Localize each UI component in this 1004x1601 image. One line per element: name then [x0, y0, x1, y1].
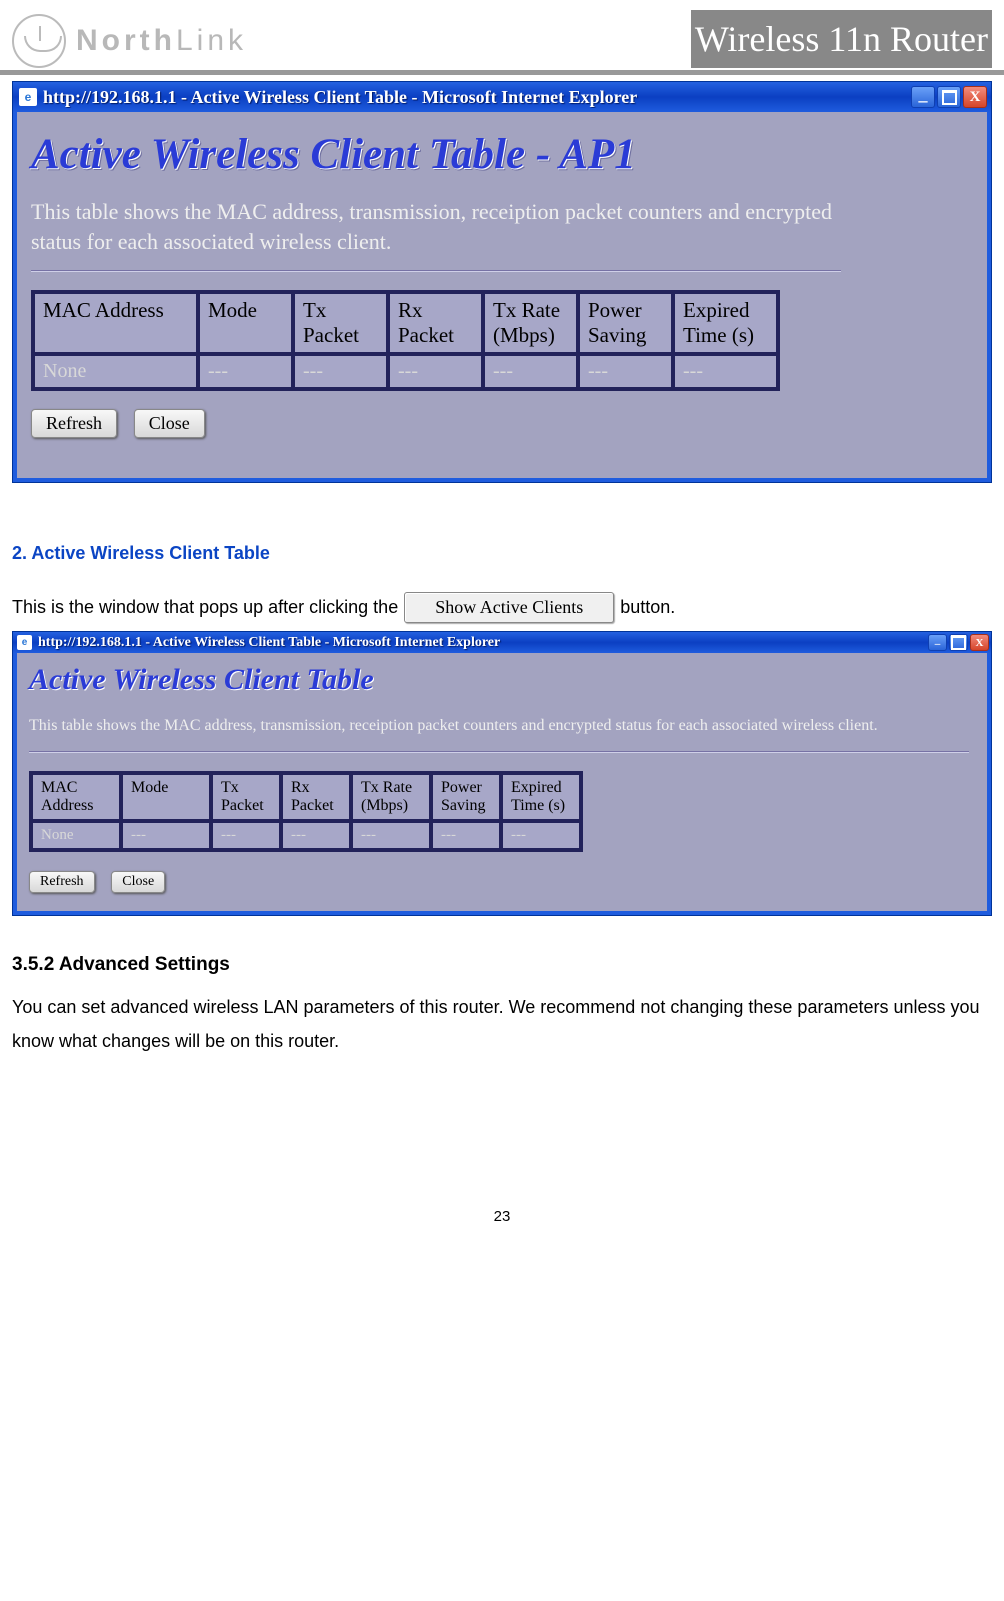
window-title: http://192.168.1.1 - Active Wireless Cli… [43, 87, 905, 108]
maximize-button[interactable] [949, 634, 968, 651]
col-mode: Mode [198, 292, 293, 354]
col-mode: Mode [121, 773, 211, 821]
northlink-logo-icon [12, 14, 66, 68]
show-active-clients-button[interactable]: Show Active Clients [404, 592, 614, 623]
brand-name-part1: North [76, 24, 176, 57]
page-number: 23 [12, 1208, 992, 1243]
close-table-button[interactable]: Close [111, 871, 165, 893]
window-body: Active Wireless Client Table This table … [13, 653, 991, 915]
table-row: None --- --- --- --- --- --- [31, 821, 581, 850]
separator [31, 270, 841, 272]
section-2-text: This is the window that pops up after cl… [12, 592, 992, 623]
col-expired: Expired Time (s) [501, 773, 581, 821]
col-rx: Rx Packet [281, 773, 351, 821]
titlebar: e http://192.168.1.1 - Active Wireless C… [13, 632, 991, 653]
section-2-title: 2. Active Wireless Client Table [12, 543, 992, 564]
window-1: e http://192.168.1.1 - Active Wireless C… [12, 81, 992, 483]
close-button[interactable]: X [970, 634, 989, 651]
separator [29, 751, 969, 753]
cell: --- [351, 821, 431, 850]
window-body: Active Wireless Client Table - AP1 This … [13, 112, 991, 482]
refresh-button[interactable]: Refresh [29, 871, 95, 893]
window-2: e http://192.168.1.1 - Active Wireless C… [12, 631, 992, 916]
section-3-body: You can set advanced wireless LAN parame… [12, 990, 992, 1058]
col-power: Power Saving [431, 773, 501, 821]
client-table: MAC Address Mode Tx Packet Rx Packet Tx … [31, 290, 780, 391]
cell: --- [211, 821, 281, 850]
cell: --- [121, 821, 211, 850]
titlebar: e http://192.168.1.1 - Active Wireless C… [13, 82, 991, 112]
client-table: MAC Address Mode Tx Packet Rx Packet Tx … [29, 771, 583, 852]
cell: --- [198, 354, 293, 389]
col-tx: Tx Packet [211, 773, 281, 821]
brand-name: NorthLink [76, 24, 247, 58]
maximize-button[interactable] [937, 86, 961, 108]
minimize-button[interactable]: _ [928, 634, 947, 651]
table-header-row: MAC Address Mode Tx Packet Rx Packet Tx … [33, 292, 778, 354]
ie-icon: e [17, 635, 32, 650]
cell: --- [501, 821, 581, 850]
col-rx: Rx Packet [388, 292, 483, 354]
window-title: http://192.168.1.1 - Active Wireless Cli… [38, 635, 922, 651]
cell: None [33, 354, 198, 389]
refresh-button[interactable]: Refresh [31, 409, 117, 438]
col-rate: Tx Rate (Mbps) [483, 292, 578, 354]
col-power: Power Saving [578, 292, 673, 354]
section-3-title: 3.5.2 Advanced Settings [12, 954, 992, 976]
doc-title: Wireless 11n Router [691, 10, 992, 68]
window-description: This table shows the MAC address, transm… [31, 197, 841, 256]
text-before: This is the window that pops up after cl… [12, 597, 398, 618]
page-header: NorthLink Wireless 11n Router [0, 0, 1004, 75]
cell: --- [431, 821, 501, 850]
col-mac: MAC Address [33, 292, 198, 354]
table-header-row: MAC Address Mode Tx Packet Rx Packet Tx … [31, 773, 581, 821]
cell: --- [673, 354, 778, 389]
col-expired: Expired Time (s) [673, 292, 778, 354]
col-tx: Tx Packet [293, 292, 388, 354]
text-after: button. [620, 597, 675, 618]
cell: --- [483, 354, 578, 389]
ie-icon: e [19, 88, 37, 106]
window-heading: Active Wireless Client Table - AP1 [31, 130, 987, 179]
window-description: This table shows the MAC address, transm… [29, 715, 969, 737]
brand: NorthLink [12, 14, 247, 68]
col-mac: MAC Address [31, 773, 121, 821]
cell: --- [281, 821, 351, 850]
cell: --- [578, 354, 673, 389]
cell: None [31, 821, 121, 850]
close-button[interactable]: X [963, 86, 987, 108]
table-row: None --- --- --- --- --- --- [33, 354, 778, 389]
minimize-button[interactable]: _ [911, 86, 935, 108]
cell: --- [293, 354, 388, 389]
cell: --- [388, 354, 483, 389]
window-heading: Active Wireless Client Table [29, 663, 987, 697]
col-rate: Tx Rate (Mbps) [351, 773, 431, 821]
close-table-button[interactable]: Close [134, 409, 205, 438]
brand-name-part2: Link [176, 24, 247, 57]
